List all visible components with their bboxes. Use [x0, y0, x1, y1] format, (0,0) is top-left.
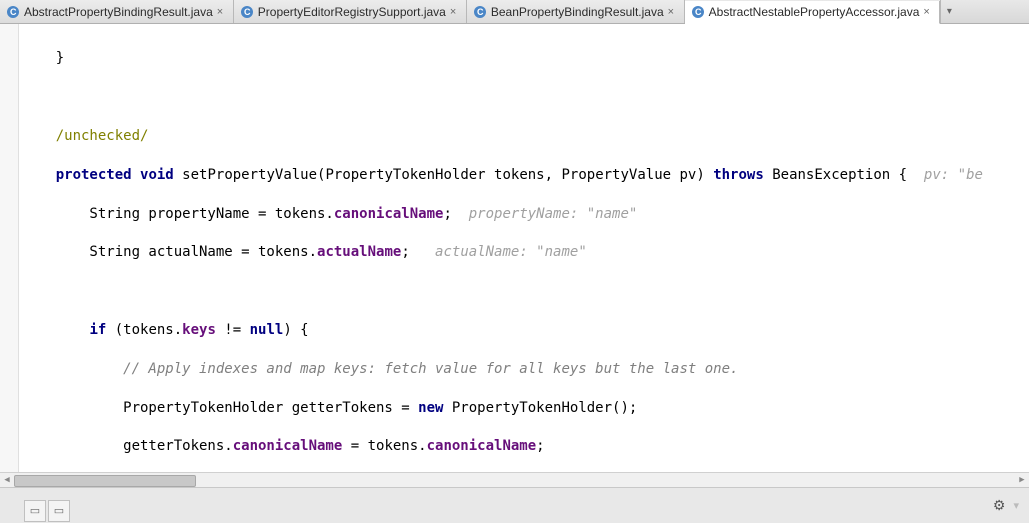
class-icon: C: [473, 5, 487, 19]
gear-icon[interactable]: ⚙: [993, 497, 1006, 514]
code-editor[interactable]: } /unchecked/ protected void setProperty…: [0, 24, 1029, 484]
tab-file-2[interactable]: C BeanPropertyBindingResult.java ×: [467, 0, 685, 23]
tab-file-0[interactable]: C AbstractPropertyBindingResult.java ×: [0, 0, 234, 23]
status-bar: ▭ ▭ ⚙ ▾: [0, 487, 1029, 523]
svg-text:C: C: [10, 7, 17, 17]
close-icon[interactable]: ×: [923, 7, 933, 17]
scroll-left-icon[interactable]: ◀: [0, 473, 14, 487]
tab-label: BeanPropertyBindingResult.java: [491, 5, 664, 19]
tab-label: AbstractPropertyBindingResult.java: [24, 5, 213, 19]
separator: ▾: [1013, 499, 1019, 512]
code-content: } /unchecked/ protected void setProperty…: [22, 30, 1029, 484]
svg-text:C: C: [244, 7, 251, 17]
class-icon: C: [691, 5, 705, 19]
svg-text:C: C: [477, 7, 484, 17]
close-icon[interactable]: ×: [668, 7, 678, 17]
tool-window-buttons: ▭ ▭: [24, 500, 70, 522]
class-icon: C: [240, 5, 254, 19]
close-icon[interactable]: ×: [450, 7, 460, 17]
horizontal-scrollbar[interactable]: ◀ ▶: [0, 472, 1029, 488]
toolwindow-button[interactable]: ▭: [24, 500, 46, 522]
scrollbar-thumb[interactable]: [14, 475, 196, 487]
scroll-right-icon[interactable]: ▶: [1015, 473, 1029, 487]
tab-label: PropertyEditorRegistrySupport.java: [258, 5, 446, 19]
close-icon[interactable]: ×: [217, 7, 227, 17]
chevron-down-icon: ▾: [947, 6, 952, 17]
tab-file-3[interactable]: C AbstractNestablePropertyAccessor.java …: [685, 1, 941, 24]
toolwindow-button[interactable]: ▭: [48, 500, 70, 522]
editor-tab-bar: C AbstractPropertyBindingResult.java × C…: [0, 0, 1029, 24]
editor-gutter: [0, 24, 19, 484]
svg-text:C: C: [695, 7, 702, 17]
tab-file-1[interactable]: C PropertyEditorRegistrySupport.java ×: [234, 0, 467, 23]
tabs-overflow-dropdown[interactable]: ▾: [940, 0, 957, 23]
tab-label: AbstractNestablePropertyAccessor.java: [709, 5, 920, 19]
class-icon: C: [6, 5, 20, 19]
